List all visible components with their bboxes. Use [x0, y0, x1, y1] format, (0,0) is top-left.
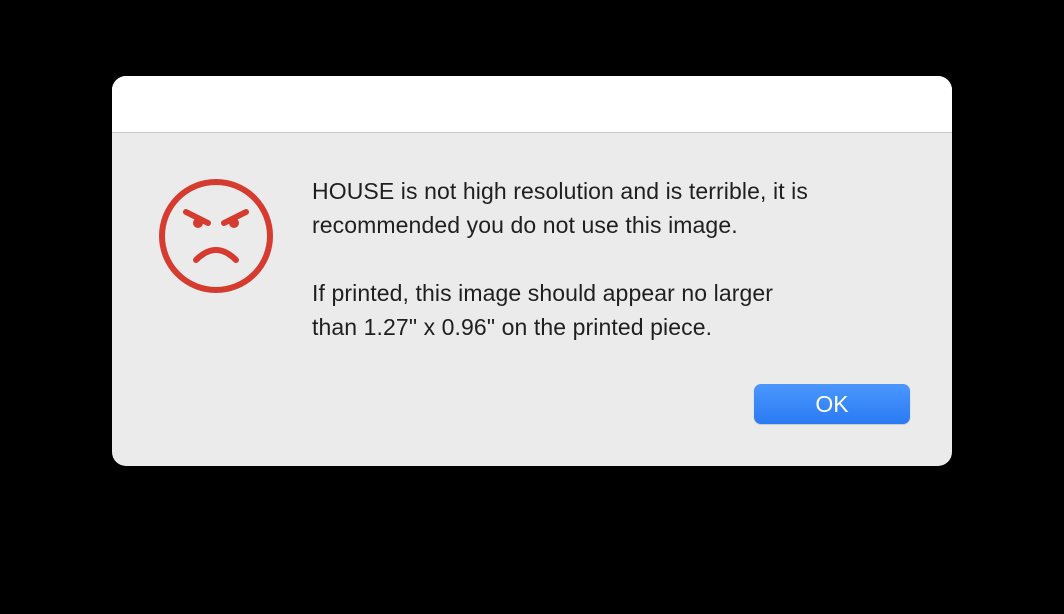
message-secondary: If printed, this image should appear no … [312, 280, 774, 340]
dialog-message: HOUSE is not high resolution and is terr… [312, 174, 912, 344]
dialog-titlebar [112, 76, 952, 133]
alert-dialog: HOUSE is not high resolution and is terr… [112, 76, 952, 466]
message-primary: HOUSE is not high resolution and is terr… [312, 178, 808, 238]
angry-face-icon [158, 178, 274, 294]
ok-button[interactable]: OK [754, 384, 910, 424]
